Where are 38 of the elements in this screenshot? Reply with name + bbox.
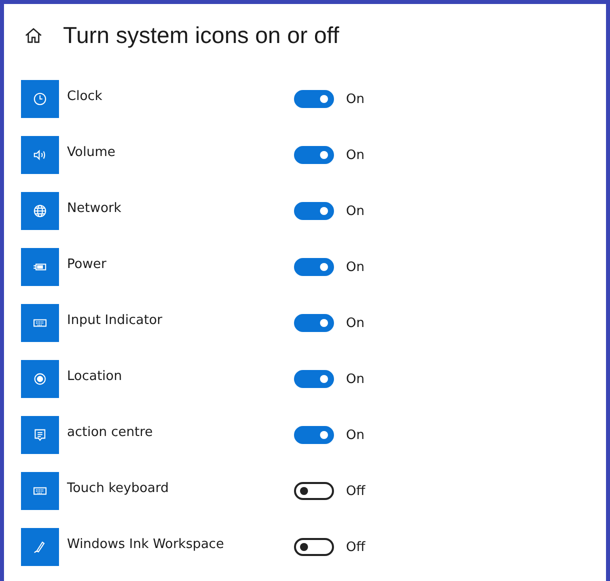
clock-icon bbox=[21, 80, 59, 118]
page-title: Turn system icons on or off bbox=[63, 22, 340, 48]
setting-label: Location bbox=[67, 368, 123, 384]
toggle-switch[interactable] bbox=[294, 538, 334, 556]
toggle-state: On bbox=[346, 316, 364, 330]
toggle-switch[interactable] bbox=[294, 90, 334, 108]
toggle-switch[interactable] bbox=[294, 258, 334, 276]
toggle-switch[interactable] bbox=[294, 146, 334, 164]
setting-label: action centre bbox=[67, 424, 154, 440]
toggle-switch[interactable] bbox=[294, 202, 334, 220]
toggle-switch[interactable] bbox=[294, 482, 334, 500]
battery-icon bbox=[21, 248, 59, 286]
setting-label: Clock bbox=[67, 88, 104, 104]
toggle-state: On bbox=[346, 148, 364, 162]
setting-label: Touch keyboard bbox=[67, 480, 170, 496]
toggle-state: Off bbox=[346, 484, 366, 498]
setting-label: Network bbox=[67, 200, 122, 216]
setting-label: Windows Ink Workspace bbox=[67, 536, 225, 552]
message-icon bbox=[21, 416, 59, 454]
toggle-state: Off bbox=[346, 540, 366, 554]
setting-label: Power bbox=[67, 256, 108, 272]
setting-label: Volume bbox=[67, 144, 116, 160]
toggle-switch[interactable] bbox=[294, 314, 334, 332]
toggle-state: On bbox=[346, 92, 364, 106]
toggle-state: On bbox=[346, 260, 364, 274]
toggle-state: On bbox=[346, 428, 364, 442]
keyboard-icon bbox=[21, 304, 59, 342]
keyboard-icon bbox=[21, 472, 59, 510]
toggle-switch[interactable] bbox=[294, 370, 334, 388]
target-icon bbox=[21, 360, 59, 398]
home-icon[interactable] bbox=[24, 26, 43, 44]
toggle-state: On bbox=[346, 204, 364, 218]
setting-label: Input Indicator bbox=[67, 312, 164, 328]
toggle-switch[interactable] bbox=[294, 426, 334, 444]
speaker-icon bbox=[21, 136, 59, 174]
globe-icon bbox=[21, 192, 59, 230]
pen-icon bbox=[21, 528, 59, 566]
toggle-state: On bbox=[346, 372, 364, 386]
